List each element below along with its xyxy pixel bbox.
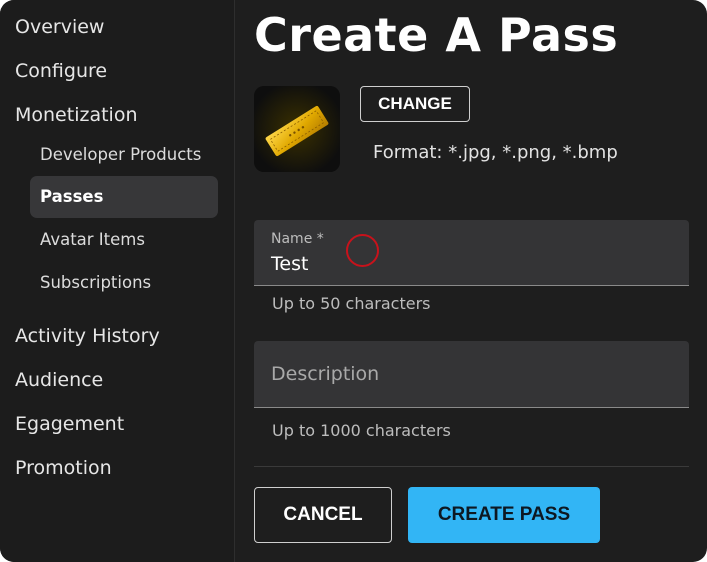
- description-field-placeholder: Description: [271, 363, 380, 385]
- sidebar-subitem-passes-label: Passes: [40, 187, 104, 206]
- page-title: Create A Pass: [254, 8, 619, 62]
- name-field-helper: Up to 50 characters: [272, 294, 431, 313]
- cancel-button[interactable]: CANCEL: [254, 487, 392, 543]
- name-field-value: Test: [271, 253, 309, 275]
- sidebar-subitem-avatar-items[interactable]: Avatar Items: [40, 230, 145, 249]
- sidebar-item-engagement[interactable]: Egagement: [15, 413, 124, 435]
- sidebar-item-activity-history[interactable]: Activity History: [15, 325, 160, 347]
- name-field-label: Name *: [271, 231, 324, 247]
- sidebar-subitem-subscriptions[interactable]: Subscriptions: [40, 273, 151, 292]
- sidebar-item-monetization[interactable]: Monetization: [15, 104, 138, 126]
- golden-ticket-icon: [254, 86, 340, 172]
- sidebar-item-configure[interactable]: Configure: [15, 60, 107, 82]
- change-image-button[interactable]: CHANGE: [360, 86, 470, 122]
- sidebar-subitem-passes[interactable]: Passes: [30, 176, 218, 218]
- create-pass-button[interactable]: CREATE PASS: [408, 487, 600, 543]
- app-window: Overview Configure Monetization Develope…: [0, 0, 707, 562]
- sidebar-item-promotion[interactable]: Promotion: [15, 457, 112, 479]
- sidebar-item-audience[interactable]: Audience: [15, 369, 103, 391]
- sidebar-item-overview[interactable]: Overview: [15, 16, 104, 38]
- pass-image-thumbnail: [254, 86, 340, 172]
- image-format-hint: Format: *.jpg, *.png, *.bmp: [373, 142, 618, 163]
- name-field[interactable]: Name * Test: [254, 220, 689, 286]
- description-field-helper: Up to 1000 characters: [272, 421, 451, 440]
- click-indicator-circle: [346, 234, 379, 267]
- sidebar-subitem-developer-products[interactable]: Developer Products: [40, 145, 201, 164]
- form-divider: [254, 466, 689, 467]
- description-field[interactable]: Description: [254, 341, 689, 408]
- sidebar: Overview Configure Monetization Develope…: [0, 0, 235, 562]
